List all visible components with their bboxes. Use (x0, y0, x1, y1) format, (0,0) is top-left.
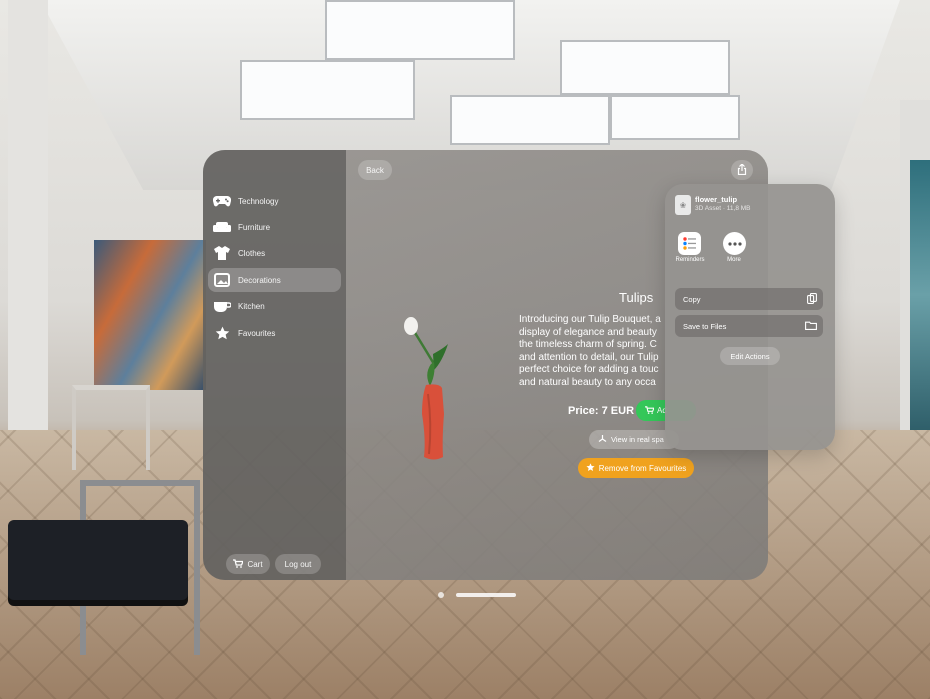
sidebar-item-furniture[interactable]: Furniture (208, 215, 341, 239)
sofa-icon (213, 219, 231, 235)
sidebar-item-favourites[interactable]: Favourites (208, 321, 341, 345)
cup-icon (213, 298, 231, 314)
gamecontroller-icon (213, 193, 231, 209)
skylight (450, 95, 610, 145)
shared-file-name: flower_tulip (695, 195, 738, 204)
back-button[interactable]: Back (358, 160, 392, 180)
reminders-icon[interactable] (678, 232, 701, 255)
sidebar-item-label: Kitchen (238, 301, 265, 311)
shared-file-meta: 3D Asset · 11,8 MB (695, 205, 751, 212)
cart-icon (233, 558, 245, 570)
sidebar-item-kitchen[interactable]: Kitchen (208, 294, 341, 318)
remove-from-favourites-button[interactable]: Remove from Favourites (578, 458, 694, 478)
skylight (325, 0, 515, 60)
sidebar-item-label: Favourites (238, 328, 276, 338)
share-app-label: Reminders (675, 257, 705, 263)
sidebar-item-label: Decorations (238, 275, 281, 285)
file-thumbnail-icon: ❀ (675, 195, 691, 215)
sidebar-item-label: Furniture (238, 222, 271, 232)
share-app-label: More (727, 257, 741, 263)
star-icon (586, 462, 595, 474)
photo-frame-icon (213, 272, 231, 288)
folder-icon (805, 321, 817, 332)
window-grab-bar[interactable] (456, 593, 516, 597)
window-close-dot[interactable] (438, 592, 444, 598)
logout-button[interactable]: Log out (275, 554, 321, 574)
share-sheet: ❀ flower_tulip 3D Asset · 11,8 MB Remind… (665, 184, 835, 450)
save-to-files-action[interactable]: Save to Files (675, 315, 823, 337)
abstract-painting (910, 160, 930, 430)
cart-button[interactable]: Cart (226, 554, 270, 574)
sidebar-item-technology[interactable]: Technology (208, 189, 341, 213)
share-button[interactable] (731, 160, 753, 180)
product-title: Tulips (619, 290, 654, 305)
abstract-painting (94, 240, 206, 390)
tshirt-icon (213, 245, 231, 261)
skylight (610, 95, 740, 140)
tulip-vase-model[interactable] (398, 314, 453, 464)
cart-icon (645, 405, 655, 416)
product-price: Price: 7 EUR (568, 405, 635, 417)
skylight (560, 40, 730, 95)
more-icon[interactable] (723, 232, 746, 255)
side-table (72, 385, 150, 470)
copy-action[interactable]: Copy (675, 288, 823, 310)
share-icon (737, 162, 747, 177)
arkit-icon (598, 434, 607, 445)
sidebar-item-label: Clothes (238, 248, 266, 258)
sidebar-item-clothes[interactable]: Clothes (208, 241, 341, 265)
bench-seat (8, 520, 188, 600)
sidebar-item-label: Technology (238, 196, 279, 206)
copy-icon (807, 292, 817, 306)
sidebar: Technology Furniture Clothes Decorations… (203, 150, 346, 580)
star-icon (213, 325, 231, 341)
skylight (240, 60, 415, 120)
gallery-pillar (8, 0, 48, 490)
edit-actions-button[interactable]: Edit Actions (720, 347, 780, 365)
sidebar-item-decorations[interactable]: Decorations (208, 268, 341, 292)
